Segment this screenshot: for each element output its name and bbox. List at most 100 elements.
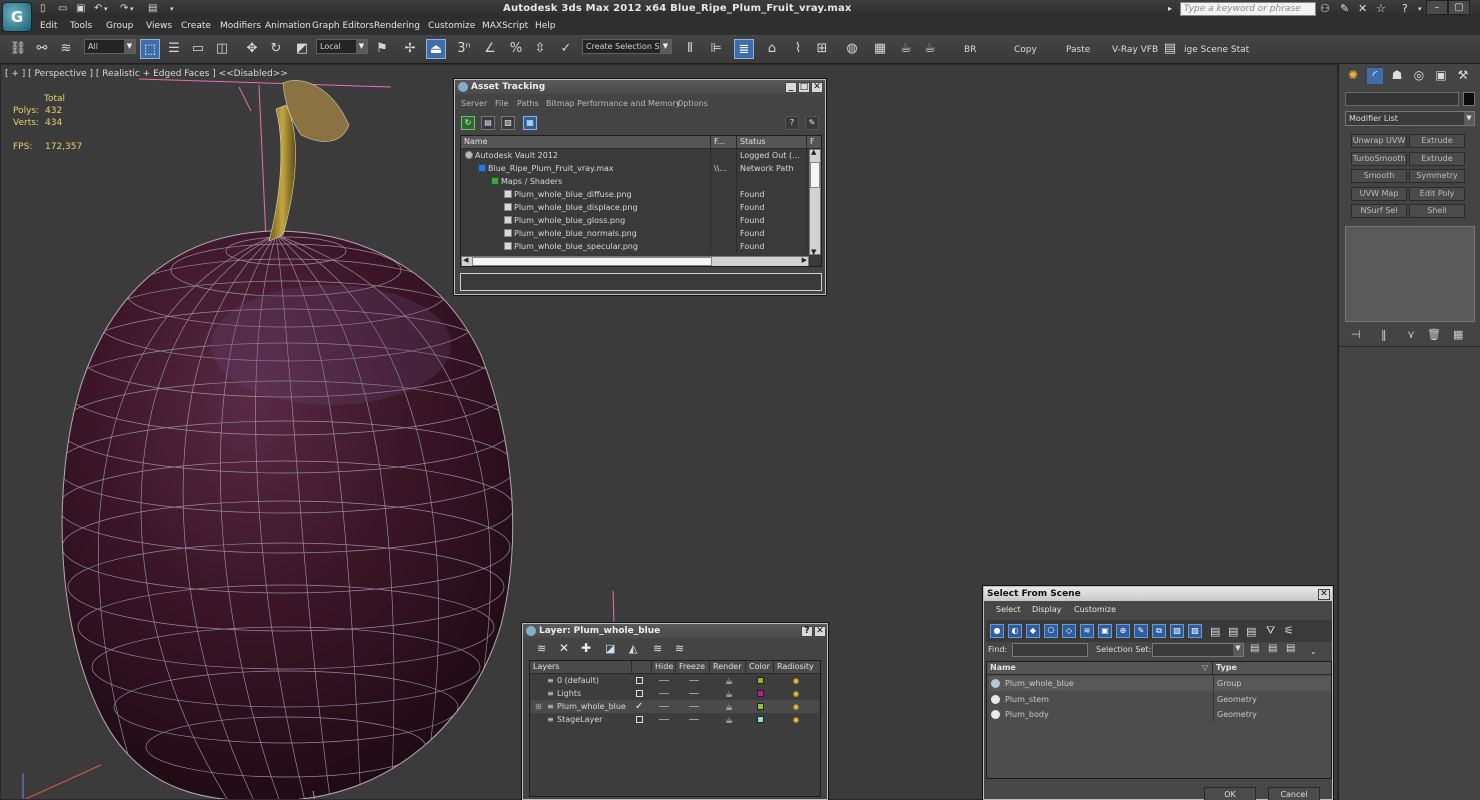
select-invert-icon[interactable]: ▤	[1286, 643, 1295, 654]
modifier-button-turbosmooth[interactable]: TurboSmooth	[1351, 151, 1407, 166]
menu-paths[interactable]: Paths	[517, 99, 539, 108]
find-input[interactable]	[1012, 643, 1088, 657]
reference-coordinate-dropdown[interactable]: Local ▼	[316, 39, 368, 54]
mirror-icon[interactable]: ⫴	[680, 39, 700, 59]
pivot-center-icon[interactable]: ⚑	[372, 39, 392, 59]
undo-dropdown-icon[interactable]: ▾	[104, 5, 108, 13]
menu-graph-editors[interactable]: Graph Editors	[312, 21, 374, 31]
refresh-icon[interactable]: ↻	[461, 116, 475, 130]
maximize-button[interactable]: ▢	[1448, 0, 1470, 15]
unlink-icon[interactable]: ⚯	[32, 39, 52, 59]
column-header-hide[interactable]: Hide	[652, 661, 676, 674]
render-setup-icon[interactable]: ▦	[870, 39, 890, 59]
scroll-left-icon[interactable]: ◀	[463, 256, 468, 264]
menu-options[interactable]: Options	[677, 99, 708, 108]
paste-button[interactable]: Paste	[1066, 45, 1090, 55]
save-file-icon[interactable]: ▣	[76, 3, 85, 14]
layer-row[interactable]: ≡ 0 (default) ☕ ✺	[531, 674, 819, 687]
table-row[interactable]: Maps / Shaders	[461, 175, 809, 188]
menu-rendering[interactable]: Rendering	[374, 21, 420, 31]
favorites-star-icon[interactable]: ☆	[1376, 2, 1386, 15]
scroll-up-icon[interactable]: ▲	[811, 148, 816, 156]
maximize-button[interactable]: □	[798, 82, 810, 93]
layer-manager-icon[interactable]: ≣	[734, 39, 754, 59]
modifier-list-dropdown[interactable]: Modifier List ▼	[1345, 111, 1475, 126]
rectangular-selection-icon[interactable]: ▭	[188, 39, 208, 59]
filter-groups-icon[interactable]: ▣	[1098, 624, 1112, 638]
table-row[interactable]: Autodesk Vault 2012 Logged Out (...	[461, 149, 809, 162]
percent-snap-icon[interactable]: %	[506, 39, 526, 59]
br-button[interactable]: BR	[964, 45, 976, 55]
menu-file[interactable]: File	[495, 99, 508, 108]
scroll-down-icon[interactable]: ▼	[811, 248, 816, 256]
filter-cameras-icon[interactable]: ⎔	[1044, 624, 1058, 638]
filter-display-none-icon[interactable]: ▤	[1228, 625, 1238, 638]
select-none-icon[interactable]: ▤	[1268, 643, 1277, 654]
align-icon[interactable]: ⊫	[706, 39, 726, 59]
redo-dropdown-icon[interactable]: ▾	[130, 5, 134, 13]
modify-tab-icon[interactable]: ◜	[1367, 68, 1383, 84]
vertical-scrollbar[interactable]: ▲ ▼	[809, 148, 821, 256]
cancel-button[interactable]: Cancel	[1268, 787, 1320, 800]
select-manipulate-icon[interactable]: ✢	[400, 39, 420, 59]
selection-set-dropdown[interactable]: ▼	[1152, 643, 1244, 657]
menu-select[interactable]: Select	[996, 605, 1021, 614]
select-and-link-icon[interactable]: ⛓	[8, 39, 28, 59]
filter-geometry-icon[interactable]: ●	[990, 624, 1004, 638]
hide-toggle[interactable]	[659, 719, 669, 720]
menu-tools[interactable]: Tools	[70, 21, 92, 31]
filter-xrefs-icon[interactable]: ⊕	[1116, 624, 1130, 638]
graphite-ribbon-icon[interactable]: ⌂	[762, 39, 782, 59]
undo-icon[interactable]: ↶	[94, 3, 102, 14]
menu-views[interactable]: Views	[146, 21, 172, 31]
filter-lights-icon[interactable]: ◆	[1026, 624, 1040, 638]
table-row[interactable]: Plum_whole_blue_normals.png Found	[461, 227, 809, 240]
quick-access-dropdown-icon[interactable]: ▾	[170, 5, 174, 13]
menu-maxscript[interactable]: MAXScript	[482, 21, 528, 31]
object-color-swatch[interactable]	[1463, 92, 1475, 106]
material-editor-icon[interactable]: ◍	[842, 39, 862, 59]
modifier-stack[interactable]	[1345, 226, 1475, 322]
menu-animation[interactable]: Animation	[265, 21, 311, 31]
table-row[interactable]: Plum_whole_blue_gloss.png Found	[461, 214, 809, 227]
manage-scene-states-button[interactable]: ige Scene Stat	[1184, 45, 1249, 55]
freeze-all-layers-icon[interactable]: ≋	[675, 642, 684, 655]
freeze-toggle[interactable]	[689, 693, 699, 694]
add-to-layer-icon[interactable]: ✚	[581, 641, 591, 655]
keyboard-shortcut-override-icon[interactable]: ⏏	[426, 39, 446, 59]
layer-row[interactable]: ≡ Lights ☕ ✺	[531, 687, 819, 700]
modifier-button-uvw-map[interactable]: UVW Map	[1351, 186, 1407, 201]
help-button[interactable]: ?	[801, 626, 813, 637]
column-header-render[interactable]: Render	[710, 661, 746, 674]
select-and-scale-icon[interactable]: ◩	[292, 39, 312, 59]
scrollbar-thumb[interactable]	[472, 257, 712, 266]
table-row[interactable]: Blue_Ripe_Plum_Fruit_vray.max \\... Networ…	[461, 162, 809, 175]
column-header-radiosity[interactable]: Radiosity	[774, 661, 820, 674]
menu-modifiers[interactable]: Modifiers	[220, 21, 261, 31]
filter-display-invert-icon[interactable]: ▤	[1246, 625, 1256, 638]
redo-icon[interactable]: ↷	[120, 3, 128, 14]
display-tab-icon[interactable]: ▣	[1433, 68, 1449, 84]
table-row[interactable]: Plum_whole_blue_displace.png Found	[461, 201, 809, 214]
new-file-icon[interactable]: ▯	[40, 3, 46, 14]
layer-dialog-title-bar[interactable]: Layer: Plum_whole_blue ? ✕	[523, 624, 827, 638]
radiosity-icon[interactable]: ✺	[789, 675, 803, 686]
select-from-scene-title-bar[interactable]: Select From Scene ✕	[984, 587, 1332, 601]
menu-create[interactable]: Create	[181, 21, 211, 31]
hierarchy-tab-icon[interactable]: ☗	[1389, 68, 1405, 84]
radiosity-icon[interactable]: ✺	[789, 714, 803, 725]
curve-editor-icon[interactable]: ⌇	[788, 39, 808, 59]
hide-all-layers-icon[interactable]: ≋	[653, 642, 662, 655]
freeze-toggle[interactable]	[689, 706, 699, 707]
utilities-tab-icon[interactable]: ⚒	[1455, 68, 1471, 84]
list-view-icon[interactable]: ▤	[481, 116, 495, 130]
window-crossing-icon[interactable]: ◫	[212, 39, 232, 59]
table-row[interactable]: Plum_body Geometry	[989, 707, 1331, 722]
create-tab-icon[interactable]: ✺	[1345, 68, 1361, 84]
filter-frozen-icon[interactable]: ▧	[1170, 624, 1184, 638]
hide-toggle[interactable]	[659, 680, 669, 681]
copy-button[interactable]: Copy	[1014, 45, 1037, 55]
select-and-rotate-icon[interactable]: ↻	[266, 39, 286, 59]
minimize-button[interactable]: _	[785, 82, 797, 93]
filter-bones-icon[interactable]: ✎	[1134, 624, 1148, 638]
